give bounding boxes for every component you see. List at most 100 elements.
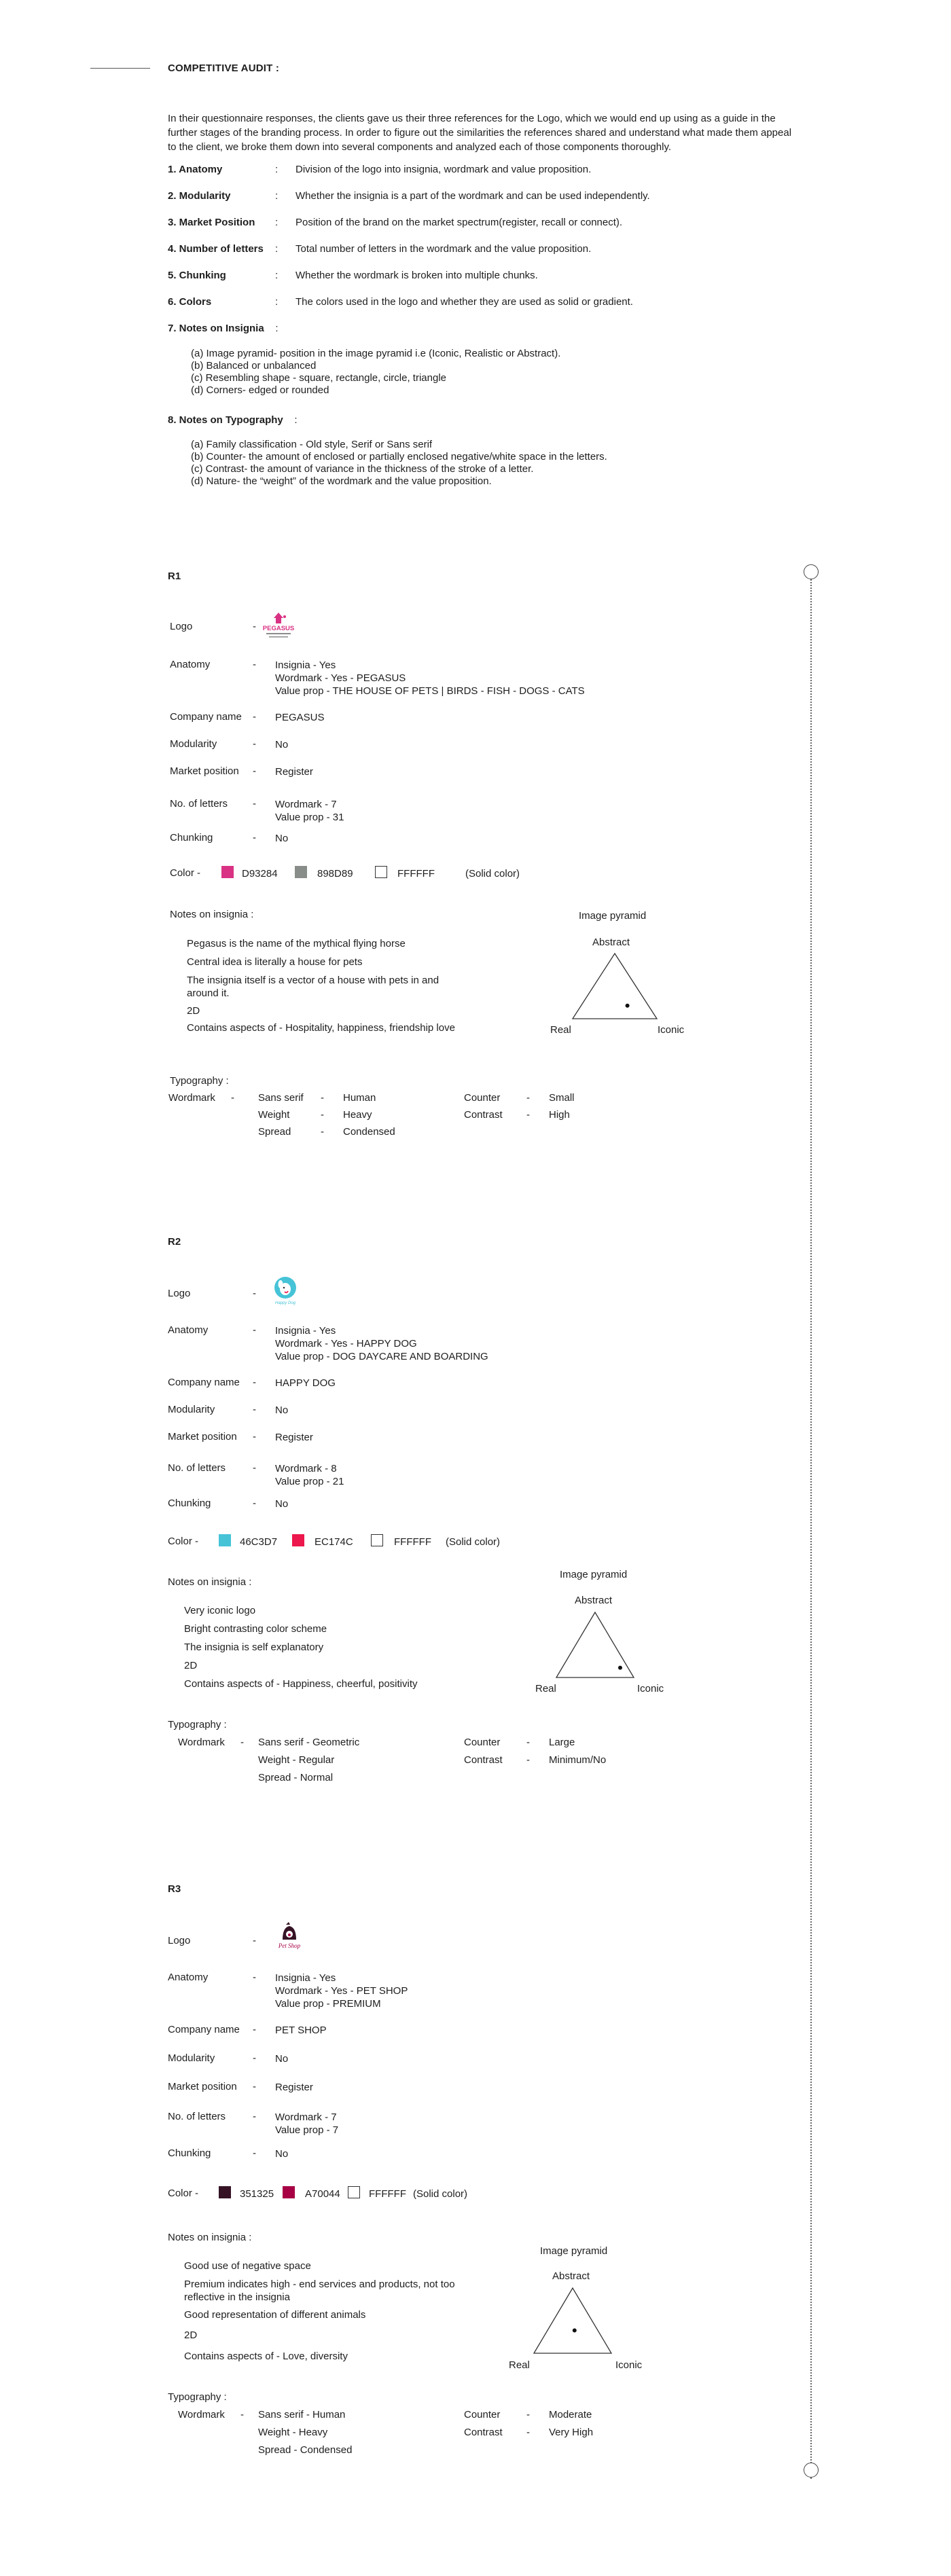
criteria-3: 3. Market Position [168,217,255,228]
r3-pyramid-triangle [533,2287,613,2354]
r2-anatomy-dash: - [253,1324,256,1336]
r1-notes-label: Notes on insignia : [170,909,254,920]
r3-typography-label: Typography : [168,2391,227,2403]
typography-note: (d) Nature- the “weight” of the wordmark… [191,475,492,487]
r1-modularity-value: No [275,739,289,750]
r1-typography-label: Typography : [170,1075,229,1087]
r1-typo-contrast-value: High [549,1109,570,1121]
r3-note-3: Good representation of different animals [184,2309,366,2321]
r3-typo-family-value: Sans serif - Human [258,2409,346,2420]
r3-chunking-dash: - [253,2147,256,2159]
r2-swatch-2 [292,1534,304,1546]
r2-market-dash: - [253,1431,256,1443]
r1-typo-spread-label: Spread [258,1126,291,1138]
r3-letters-wordmark: Wordmark - 7 [275,2111,337,2123]
r1-modularity-label: Modularity [170,738,217,750]
r3-note-5: Contains aspects of - Love, diversity [184,2351,348,2362]
r1-color-type: (Solid color) [465,868,520,879]
r1-image-pyramid: Image pyramid Abstract Real Iconic [543,910,706,1039]
criteria-6-colon: : [275,296,279,308]
r1-logo-label: Logo [170,621,193,632]
r1-typo-spread-value: Condensed [343,1126,395,1138]
r3-chunking-label: Chunking [168,2147,211,2159]
criteria-6: 6. Colors [168,296,212,308]
r3-typo-counter-dash: - [526,2409,530,2420]
r1-color-label: Color - [170,867,201,879]
typography-note: (c) Contrast- the amount of variance in … [191,463,534,475]
r3-letters-valueprop: Value prop - 7 [275,2124,339,2136]
r1-typo-family-dash: - [321,1092,324,1104]
r2-pyramid-abstract-label: Abstract [575,1595,613,1606]
r3-swatch-3 [348,2186,360,2198]
r3-typo-contrast-label: Contrast [464,2427,503,2438]
r3-letters-label: No. of letters [168,2111,226,2122]
r3-company-value: PET SHOP [275,2025,327,2036]
r3-letters-dash: - [253,2111,256,2122]
r1-letters-values: Wordmark - 7 Value prop - 31 [275,798,344,824]
r2-typo-family-value: Sans serif - Geometric [258,1737,360,1748]
r2-letters-valueprop: Value prop - 21 [275,1476,344,1487]
r2-chunking-label: Chunking [168,1498,211,1509]
r2-typography-label: Typography : [168,1719,227,1730]
r3-typo-counter-label: Counter [464,2409,501,2420]
r2-modularity-label: Modularity [168,1404,215,1415]
r2-note-1: Very iconic logo [184,1605,256,1616]
r3-company-dash: - [253,2024,256,2035]
criteria-4-desc: Total number of letters in the wordmark … [295,243,592,255]
r1-letters-wordmark: Wordmark - 7 [275,799,337,810]
r1-typo-counter-dash: - [526,1092,530,1104]
r2-swatch-3 [371,1534,383,1546]
r1-typo-family-value: Human [343,1092,376,1104]
r2-typo-weight-value: Weight - Regular [258,1754,335,1766]
reference-title-r2: R2 [168,1236,181,1248]
r1-typo-weight-dash: - [321,1109,324,1121]
r1-note-5: Contains aspects of - Hospitality, happi… [187,1022,455,1034]
intro-paragraph: In their questionnaire responses, the cl… [168,113,792,153]
r2-company-label: Company name [168,1377,240,1388]
r1-pyramid-abstract-label: Abstract [592,937,630,948]
r2-typo-counter-value: Large [549,1737,575,1748]
r3-market-dash: - [253,2081,256,2092]
r1-letters-label: No. of letters [170,798,228,810]
happy-dog-logo-text: Happy Dog [275,1301,296,1305]
r2-pyramid-iconic-label: Iconic [637,1683,664,1694]
r2-typo-spread-value: Spread - Normal [258,1772,334,1783]
r3-note-4: 2D [184,2329,198,2341]
r1-chunking-dash: - [253,832,256,843]
header-rule [90,68,150,69]
r2-anatomy-insignia: Insignia - Yes [275,1325,336,1337]
r3-typo-wordmark-dash: - [240,2409,244,2420]
r1-pyramid-real-label: Real [550,1024,571,1036]
r2-chunking-value: No [275,1498,289,1510]
criteria-8: 8. Notes on Typography : [168,414,298,426]
r1-modularity-dash: - [253,738,256,750]
criteria-2-desc: Whether the insignia is a part of the wo… [295,190,650,202]
r2-company-dash: - [253,1377,256,1388]
r3-typo-weight-value: Weight - Heavy [258,2427,328,2438]
r2-typo-counter-label: Counter [464,1737,501,1748]
criteria-5: 5. Chunking [168,270,226,281]
r1-typo-weight-label: Weight [258,1109,290,1121]
r1-typo-contrast-dash: - [526,1109,530,1121]
criteria-1-desc: Division of the logo into insignia, word… [295,164,592,175]
r3-company-label: Company name [168,2024,240,2035]
r1-swatch-2 [295,866,307,878]
r1-color-2-label: 898D89 [317,868,353,879]
r2-letters-label: No. of letters [168,1462,226,1474]
r2-company-value: HAPPY DOG [275,1377,336,1389]
typography-notes-list: (a) Family classification - Old style, S… [191,439,607,488]
r3-modularity-dash: - [253,2052,256,2064]
r1-note-1: Pegasus is the name of the mythical flyi… [187,938,406,949]
r3-anatomy-label: Anatomy [168,1972,209,1983]
r1-market-value: Register [275,766,313,778]
r2-color-2-label: EC174C [315,1536,353,1548]
typography-note: (b) Counter- the amount of enclosed or p… [191,451,607,462]
r3-letters-values: Wordmark - 7 Value prop - 7 [275,2111,338,2137]
criteria-1-colon: : [275,164,279,175]
r1-color-1-label: D93284 [242,868,278,879]
r1-letters-valueprop: Value prop - 31 [275,812,344,823]
criteria-6-desc: The colors used in the logo and whether … [295,296,633,308]
r2-note-5: Contains aspects of - Happiness, cheerfu… [184,1678,418,1690]
r2-typo-wordmark-dash: - [240,1737,244,1748]
r3-anatomy-dash: - [253,1972,256,1983]
